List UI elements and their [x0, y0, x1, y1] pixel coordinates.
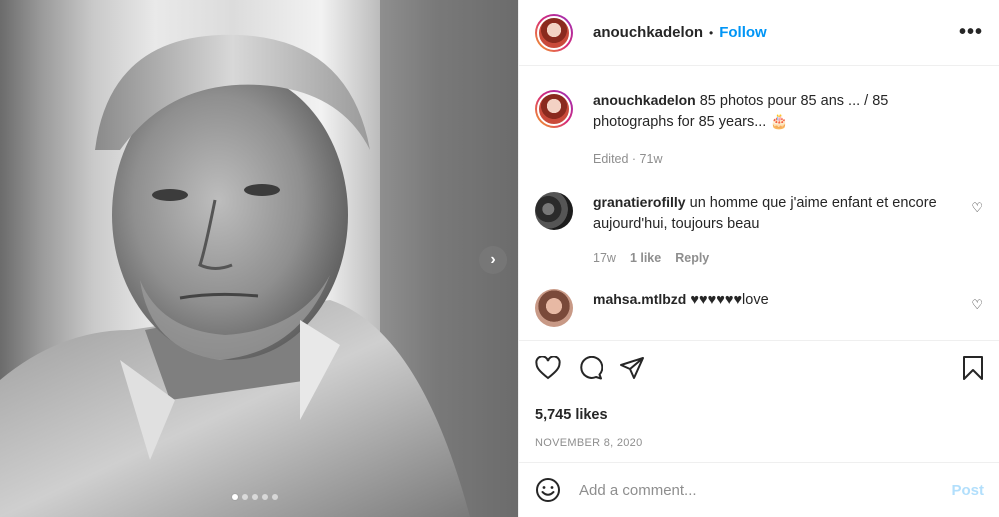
add-comment-input[interactable] — [579, 481, 952, 499]
author-username[interactable]: anouchkadelon — [593, 24, 703, 41]
more-options-icon[interactable]: ••• — [959, 21, 983, 44]
emoji-smiley-icon[interactable] — [535, 477, 561, 503]
pagination-dot — [252, 494, 258, 500]
post-actions: 5,745 likes NOVEMBER 8, 2020 — [519, 340, 999, 449]
post-comment-button[interactable]: Post — [951, 482, 984, 499]
comment-text-block: mahsa.mtlbzd ♥♥♥♥♥♥love — [593, 289, 953, 311]
caption-avatar[interactable] — [535, 90, 573, 128]
like-comment-heart-icon[interactable]: ♡ — [971, 200, 983, 216]
author-avatar[interactable] — [535, 13, 573, 52]
comment-bubble-icon[interactable] — [577, 356, 603, 380]
comment-meta: 17w 1 like Reply — [593, 251, 953, 265]
caption-text-block: anouchkadelon 85 photos pour 85 ans ... … — [593, 90, 953, 133]
comments-list[interactable]: anouchkadelon 85 photos pour 85 ans ... … — [519, 90, 999, 327]
caption-item: anouchkadelon 85 photos pour 85 ans ... … — [535, 90, 983, 166]
pagination-dot — [262, 494, 268, 500]
share-paper-plane-icon[interactable] — [619, 356, 645, 380]
comment-text: ♥♥♥♥♥♥love — [690, 292, 769, 308]
comment-item: mahsa.mtlbzd ♥♥♥♥♥♥love ♡ — [535, 289, 983, 327]
post-side-panel: anouchkadelon • Follow ••• anouchkadelon… — [518, 0, 999, 517]
comment-username[interactable]: granatierofilly — [593, 194, 686, 210]
follow-button[interactable]: Follow — [719, 24, 767, 41]
caption-username[interactable]: anouchkadelon — [593, 92, 696, 108]
comment-username[interactable]: mahsa.mtlbzd — [593, 291, 686, 307]
like-heart-icon[interactable] — [535, 356, 561, 380]
portrait-image — [0, 0, 518, 517]
pagination-dot — [232, 494, 238, 500]
add-comment-bar: Post — [519, 462, 999, 517]
post-photo[interactable]: › — [0, 0, 518, 517]
comment-likes[interactable]: 1 like — [630, 251, 661, 265]
pagination-dot — [272, 494, 278, 500]
comment-text-block: granatierofilly un homme que j'aime enfa… — [593, 192, 953, 235]
comment-time[interactable]: 17w — [593, 251, 616, 265]
reply-button[interactable]: Reply — [675, 251, 709, 265]
next-image-button[interactable]: › — [479, 246, 507, 274]
like-comment-heart-icon[interactable]: ♡ — [971, 297, 983, 313]
commenter-avatar[interactable] — [535, 192, 573, 230]
commenter-avatar[interactable] — [535, 289, 573, 327]
header-separator: • — [709, 25, 714, 40]
likes-count[interactable]: 5,745 likes — [535, 407, 984, 423]
caption-edited-time: Edited · 71w — [593, 152, 663, 166]
comment-item: granatierofilly un homme que j'aime enfa… — [535, 192, 983, 265]
action-icons — [535, 353, 984, 383]
image-pagination-dots — [232, 494, 278, 500]
post-header: anouchkadelon • Follow ••• — [519, 0, 999, 66]
chevron-right-icon: › — [490, 251, 496, 268]
caption-meta: Edited · 71w — [593, 152, 953, 166]
save-bookmark-icon[interactable] — [962, 355, 984, 381]
pagination-dot — [242, 494, 248, 500]
post-date[interactable]: NOVEMBER 8, 2020 — [535, 437, 984, 449]
